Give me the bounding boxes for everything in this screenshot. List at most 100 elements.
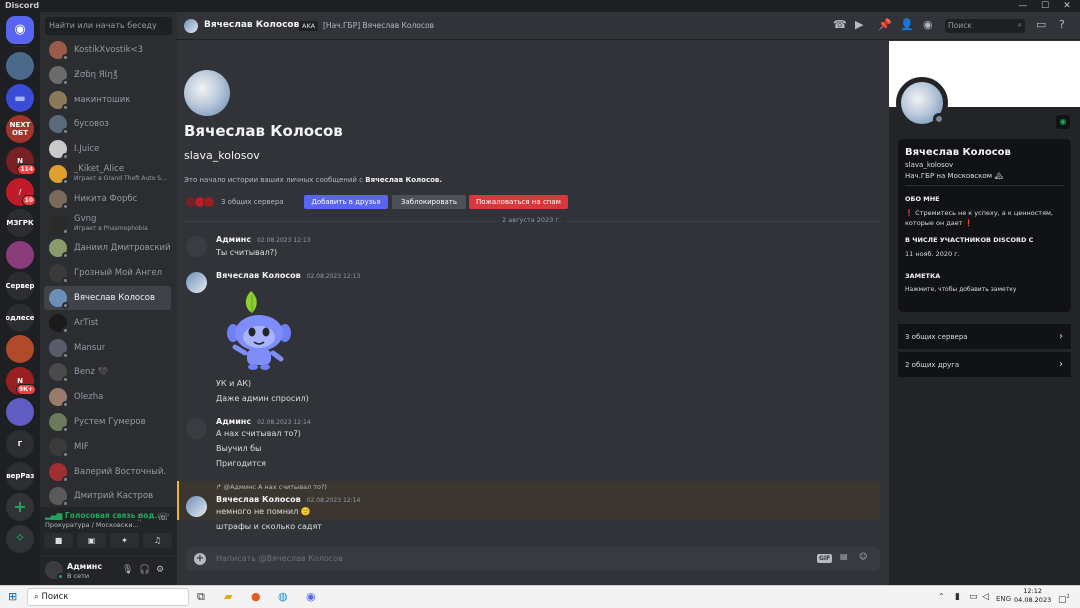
file-explorer-icon[interactable]: ▰	[224, 590, 232, 604]
maximize-button[interactable]: ☐	[1034, 0, 1056, 12]
server-icon[interactable]	[6, 241, 34, 269]
dm-item[interactable]: Валерий Восточный.	[44, 460, 171, 484]
message-author[interactable]: Вячеслав Колосов 02.08.2023 12:13	[216, 271, 360, 280]
dm-item[interactable]: Olezha	[44, 385, 171, 409]
avatar	[203, 196, 215, 208]
usb-icon[interactable]: ▮	[955, 590, 960, 604]
microphone-icon[interactable]: 🎙	[122, 565, 133, 575]
add-server-button[interactable]: +	[6, 493, 34, 521]
help-icon[interactable]: ?	[1059, 19, 1065, 31]
reply-reference[interactable]: ↱ @Админс А нах считывал то?)	[216, 483, 327, 491]
avatar[interactable]	[186, 496, 207, 517]
minimize-button[interactable]: —	[1012, 0, 1034, 12]
firefox-icon[interactable]: ●	[251, 590, 261, 604]
language-indicator[interactable]: ENG	[996, 592, 1011, 606]
add-friend-icon[interactable]: 👤	[900, 19, 914, 31]
server-icon[interactable]: N 9К+	[6, 367, 36, 395]
avatar	[49, 388, 69, 409]
message-author[interactable]: Вячеслав Колосов 02.08.2023 12:14	[216, 495, 360, 504]
screen-share-button[interactable]: ▣	[77, 533, 106, 548]
mutual-friends-link[interactable]: 2 общих друга ›	[898, 352, 1071, 377]
attach-plus-icon[interactable]: +	[194, 553, 206, 565]
dm-recipient-name[interactable]: Вячеслав Колосов	[204, 20, 299, 30]
video-call-icon[interactable]: ▶	[855, 19, 863, 31]
dm-item[interactable]: Вячеслав Колосов	[44, 286, 171, 310]
network-icon[interactable]: ▭	[969, 590, 978, 604]
dm-name: бусовоз	[74, 119, 109, 130]
report-spam-button[interactable]: Пожаловаться на спам	[469, 195, 568, 209]
dm-item[interactable]: I.Juice	[44, 137, 171, 161]
dm-item[interactable]: Дмитрий Кастров	[44, 484, 171, 508]
clock[interactable]: 12:12 04.08.2023	[1014, 587, 1051, 605]
voice-channel[interactable]: Прокуратура / Московски...	[45, 521, 139, 529]
camera-button[interactable]: ■	[44, 533, 73, 548]
headphones-icon[interactable]: 🎧	[139, 565, 150, 575]
note-input[interactable]: Нажмите, чтобы добавить заметку	[905, 285, 1064, 295]
soundboard-button[interactable]: ♫	[143, 533, 172, 548]
close-button[interactable]: ✕	[1056, 0, 1078, 12]
server-avatar[interactable]	[6, 52, 34, 80]
activity-button[interactable]: ✦	[110, 533, 139, 548]
message-author[interactable]: Админс 02.08.2023 12:13	[216, 235, 311, 244]
volume-icon[interactable]: ◁	[982, 590, 989, 604]
avatar[interactable]	[186, 236, 207, 257]
search-input[interactable]: Поиск ⌕	[945, 19, 1025, 33]
gear-icon[interactable]: ⚙	[156, 565, 164, 575]
sticker-icon[interactable]: ▤	[840, 552, 848, 561]
block-button[interactable]: Заблокировать	[392, 195, 466, 209]
discord-taskbar-icon[interactable]: ◉	[306, 590, 316, 604]
dm-item[interactable]: Benz 🖤	[44, 360, 171, 384]
server-icon[interactable]: МЗГРК	[6, 209, 34, 237]
dm-item[interactable]: Mansur	[44, 336, 171, 360]
avatar[interactable]	[184, 70, 230, 116]
server-icon[interactable]	[6, 335, 34, 363]
server-icon[interactable]: Г	[6, 430, 34, 458]
disconnect-icon[interactable]: ☏	[157, 512, 170, 523]
dm-item[interactable]: MIF	[44, 435, 171, 459]
dm-item[interactable]: бусовоз	[44, 112, 171, 136]
message-author[interactable]: Админс 02.08.2023 12:14	[216, 417, 311, 426]
server-icon[interactable]	[6, 398, 34, 426]
server-icon[interactable]: /10	[6, 178, 36, 206]
profile-toggle-icon[interactable]: ◉	[923, 19, 933, 31]
taskbar-search[interactable]: ⌕ Поиск	[27, 588, 189, 606]
edge-icon[interactable]: ◍	[278, 590, 288, 604]
notification-icon[interactable]: ▢2	[1058, 590, 1070, 607]
server-icon[interactable]: NEXT ОБТ	[6, 115, 34, 143]
dm-item[interactable]: KostikXvostik<3	[44, 38, 171, 62]
tray-chevron-icon[interactable]: ⌃	[938, 590, 945, 604]
server-icon[interactable]: Сервер	[6, 272, 34, 300]
task-view-icon[interactable]: ⧉	[197, 590, 205, 604]
windows-start-icon[interactable]: ⊞	[8, 590, 17, 604]
server-icon[interactable]: рверРазв	[6, 462, 34, 490]
gif-button[interactable]: GIF	[817, 554, 833, 563]
discord-home-icon[interactable]: ◉	[6, 16, 34, 44]
compass-icon[interactable]: ✧	[6, 525, 34, 553]
message-input[interactable]: Написать @Вячеслав Колосов	[216, 554, 343, 563]
avatar[interactable]	[186, 418, 207, 439]
emoji-icon[interactable]: ☺	[859, 552, 867, 561]
avatar[interactable]	[45, 561, 64, 580]
dm-item[interactable]: Даниил Дмитровский	[44, 236, 171, 260]
folder-icon[interactable]: ▬	[6, 84, 34, 112]
dm-item[interactable]: _Kiket_Alice Играет в Grand Theft Auto S.…	[44, 162, 171, 186]
voice-call-icon[interactable]: ☎	[833, 19, 847, 31]
dm-item[interactable]: Никита Форбс	[44, 187, 171, 211]
dm-search-input[interactable]: Найти или начать беседу	[45, 17, 172, 35]
noise-suppression-icon[interactable]: ⫶⫶	[137, 514, 142, 524]
dm-item[interactable]: Грозный Мой Ангел	[44, 261, 171, 285]
mutual-servers[interactable]: 3 общих сервера	[185, 196, 284, 208]
dm-item[interactable]: Gvng Играет в Phasmophobia	[44, 212, 171, 236]
server-icon[interactable]: N 114	[6, 147, 36, 175]
dm-item[interactable]: ArTist	[44, 311, 171, 335]
server-icon[interactable]: подлесер	[6, 304, 34, 332]
pin-icon[interactable]: 📌	[878, 19, 892, 31]
add-friend-button[interactable]: Добавить в друзья	[304, 195, 388, 209]
dm-item[interactable]: макинтошик	[44, 88, 171, 112]
inbox-icon[interactable]: ▭	[1036, 19, 1046, 31]
message-composer[interactable]: + Написать @Вячеслав Колосов GIF ▤ ☺	[186, 547, 880, 571]
dm-item[interactable]: Рустем Гумеров	[44, 410, 171, 434]
mutual-servers-link[interactable]: 3 общих сервера ›	[898, 324, 1071, 349]
avatar[interactable]	[186, 272, 207, 293]
dm-item[interactable]: Ƶσɓη Яίη℥	[44, 63, 171, 87]
